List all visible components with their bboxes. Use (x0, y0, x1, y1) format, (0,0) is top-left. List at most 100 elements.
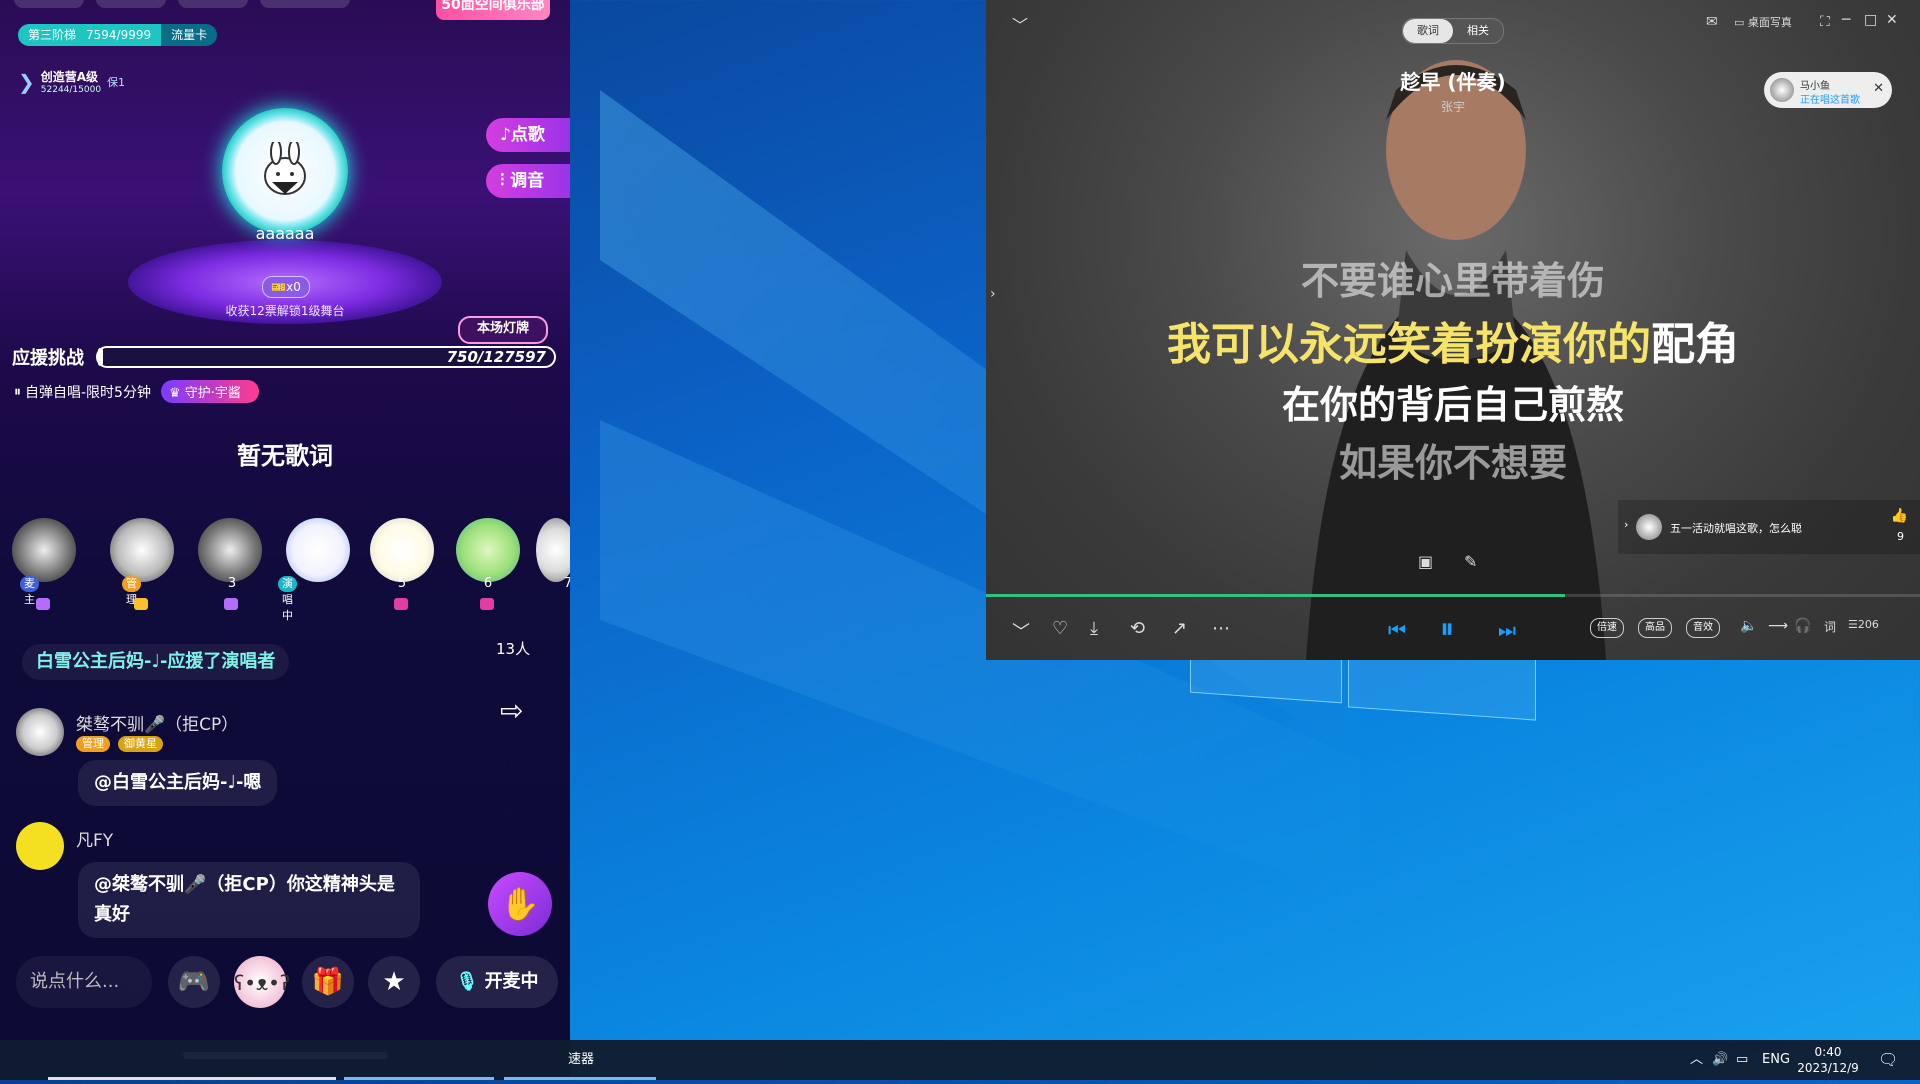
tab-3[interactable] (178, 0, 248, 8)
volume-icon[interactable]: 🔈 (1740, 618, 1757, 634)
previous-track-icon[interactable]: ⏮ (1388, 618, 1406, 642)
fullscreen-icon[interactable]: ⛶ (1820, 14, 1830, 30)
tray-overflow-icon[interactable]: ︿ (1690, 1040, 1703, 1080)
creator-title: 创造营A级 (40, 70, 99, 84)
seat-2-avatar[interactable] (110, 518, 174, 582)
seat-1-gem-icon (36, 598, 50, 610)
tray-network-icon[interactable]: ▭ (1736, 1040, 1748, 1080)
tray-clock[interactable]: 0:40 2023/12/9 (1796, 1044, 1860, 1084)
seat-2-gem-icon (134, 598, 148, 610)
minimize-icon[interactable]: ─ (1842, 12, 1850, 28)
no-lyrics-text: 暂无歌词 (237, 442, 333, 470)
video-icon[interactable]: ▣ (1418, 552, 1433, 571)
listener-close-icon[interactable]: ✕ (1873, 81, 1884, 96)
creator-rank[interactable]: ❯ 创造营A级 52244/15000 保1 (18, 68, 125, 96)
tab-lyrics[interactable]: 歌词 (1403, 19, 1453, 43)
seat-3-avatar[interactable] (198, 518, 262, 582)
online-count[interactable]: 13人 (496, 638, 530, 659)
seat-5-number: 5 (397, 576, 407, 591)
pause-icon[interactable]: ⏸ (1440, 612, 1454, 646)
seat-5-avatar[interactable] (370, 518, 434, 582)
lyric-line-past: 不要谁心里带着伤 (1300, 259, 1605, 303)
seat-1-avatar[interactable] (12, 518, 76, 582)
emoji-button[interactable]: ʕ•ᴥ•ʔ (234, 956, 290, 1008)
star-icon: ★ (382, 967, 406, 997)
maximize-icon[interactable]: □ (1864, 12, 1877, 28)
request-song-button[interactable]: ♪点歌 (486, 118, 570, 152)
seat-3-number: 3 (227, 576, 237, 591)
chat-input[interactable]: 说点什么... (16, 956, 152, 1008)
rank-icon: ❯ (18, 69, 35, 94)
notification-icon[interactable]: 🗨 (1878, 1040, 1898, 1080)
tab-1[interactable] (14, 0, 84, 8)
collapse-player-icon[interactable]: ﹀ (1012, 618, 1030, 644)
gift-button[interactable]: 🎁 (302, 956, 354, 1008)
playback-progress[interactable] (986, 594, 1920, 597)
seat-4-avatar[interactable] (286, 518, 350, 582)
monitor-icon: ▭ (1734, 16, 1748, 29)
loop-mode-icon[interactable]: ⟶ (1768, 618, 1788, 634)
seat-6-avatar[interactable] (456, 518, 520, 582)
seat-1-tag: 麦主 (20, 576, 39, 606)
tray-language[interactable]: ENG (1762, 1040, 1790, 1080)
playlist-button[interactable]: ☰206 (1848, 618, 1879, 631)
level-score: 7594/9999 (86, 24, 162, 46)
club-banner[interactable]: 50面空间俱乐部 (436, 0, 550, 20)
tune-button[interactable]: ⫶ 调音 (486, 164, 570, 198)
mic-toggle-button[interactable]: 🎙 开麦中 (436, 956, 558, 1008)
tune-label: 调音 (510, 171, 545, 191)
tray-volume-icon[interactable]: 🔊 (1712, 1040, 1728, 1080)
lyrics-toggle-button[interactable]: 词 (1824, 618, 1836, 635)
support-progress-bar[interactable]: 750/127597 (96, 346, 556, 368)
live-room-app: 50面空间俱乐部 第三阶梯 7594/9999 流量卡 ❯ 创造营A级 5224… (0, 0, 570, 1080)
cast-icon[interactable]: ⟲ (1130, 618, 1145, 639)
desktop-photo-label: 桌面写真 (1747, 16, 1792, 29)
speed-button[interactable]: 倍速 (1590, 618, 1624, 638)
karaoke-mic-icon[interactable]: ✎ (1464, 552, 1477, 571)
chat-1-name[interactable]: 桀骜不驯🎤（拒CP） (76, 710, 238, 735)
playlist-icon: ☰ (1848, 618, 1858, 631)
star-button[interactable]: ★ (368, 956, 420, 1008)
tab-2[interactable] (96, 0, 166, 8)
mic-label: 开麦中 (484, 971, 539, 992)
crown-icon: ♛ (168, 386, 185, 401)
level-bar[interactable]: 第三阶梯 7594/9999 流量卡 (18, 24, 218, 46)
chat-2-avatar[interactable] (16, 822, 64, 870)
guard-badge[interactable]: ♛ 守护·宇酱 (160, 380, 259, 403)
singer-avatar[interactable] (222, 108, 348, 234)
mail-icon[interactable]: ✉ (1706, 14, 1718, 30)
desktop-photo-button[interactable]: ▭ 桌面写真 (1734, 14, 1792, 30)
request-song-label: ♪点歌 (500, 125, 545, 145)
tab-related[interactable]: 相关 (1453, 19, 1503, 43)
share-external-icon[interactable]: ↗ (1172, 618, 1187, 639)
listener-card[interactable]: 马小鱼 正在唱这首歌 ✕ (1764, 72, 1892, 108)
tune-icon: ⫶ (500, 171, 511, 191)
tab-4[interactable] (260, 0, 350, 8)
windows-taskbar: 速器 ︿ 🔊 ▭ ENG 0:40 2023/12/9 🗨 (0, 1040, 1920, 1080)
collapse-icon[interactable]: ﹀ (1012, 12, 1028, 36)
taskbar-app-partial[interactable]: 速器 (568, 1040, 594, 1080)
sound-effect-button[interactable]: 音效 (1686, 618, 1720, 638)
seat-7-avatar[interactable] (536, 518, 570, 582)
clap-button[interactable]: ✋ (488, 872, 552, 936)
share-icon[interactable]: ⇨ (500, 694, 523, 727)
chat-2-name[interactable]: 凡FY (76, 826, 113, 851)
like-icon[interactable]: 👍 (1891, 508, 1908, 524)
clap-icon: ✋ (500, 885, 540, 923)
chat-1-avatar[interactable] (16, 708, 64, 756)
headphones-icon[interactable]: 🎧 (1794, 618, 1811, 634)
light-card-button[interactable]: 本场灯牌 (458, 316, 548, 344)
vote-count: x0 (286, 280, 301, 294)
quality-button[interactable]: 高品 (1638, 618, 1672, 638)
lyric-current-sung: 我可以永远笑着扮演你的 (1167, 319, 1651, 370)
favorite-icon[interactable]: ♡ (1052, 618, 1068, 639)
traffic-card[interactable]: 流量卡 (161, 24, 218, 46)
next-track-icon[interactable]: ⏭ (1498, 618, 1516, 642)
comment-strip[interactable]: › 五一活动就唱这歌，怎么聪 👍 9 (1618, 500, 1920, 554)
close-icon[interactable]: ✕ (1886, 12, 1898, 28)
download-icon[interactable]: ⤓ (1090, 618, 1098, 639)
game-button[interactable]: 🎮 (168, 956, 220, 1008)
chat-1-message: @白雪公主后妈-♩-嗯 (78, 760, 278, 806)
more-icon[interactable]: ⋯ (1212, 618, 1230, 639)
top-tab-strip (14, 0, 350, 8)
